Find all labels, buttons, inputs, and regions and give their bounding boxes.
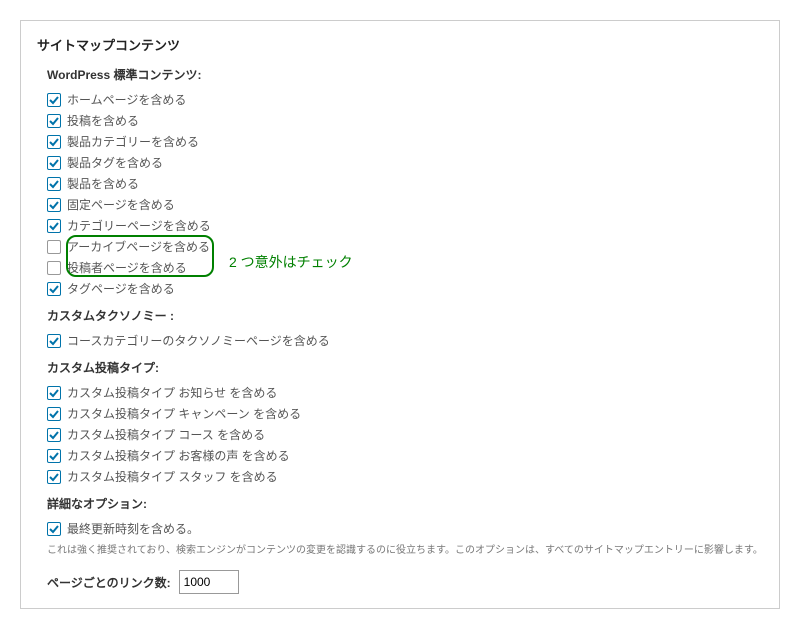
option-row: 製品タグを含める: [37, 152, 763, 173]
checkbox[interactable]: [47, 261, 61, 275]
option-row: カスタム投稿タイプ お客様の声 を含める: [37, 445, 763, 466]
option-label: 固定ページを含める: [67, 196, 175, 213]
option-label: タグページを含める: [67, 280, 175, 297]
checkbox[interactable]: [47, 93, 61, 107]
option-row: 最終更新時刻を含める。: [37, 518, 763, 539]
checkbox[interactable]: [47, 114, 61, 128]
option-row: ホームページを含める: [37, 89, 763, 110]
checkbox[interactable]: [47, 428, 61, 442]
option-label: カスタム投稿タイプ お客様の声 を含める: [67, 447, 290, 464]
sitemap-contents-panel: サイトマップコンテンツ WordPress 標準コンテンツ: ホームページを含め…: [20, 20, 780, 609]
option-label: カスタム投稿タイプ お知らせ を含める: [67, 384, 277, 401]
option-row: アーカイブページを含める: [37, 236, 763, 257]
option-row: カスタム投稿タイプ スタッフ を含める: [37, 466, 763, 487]
option-row: カテゴリーページを含める: [37, 215, 763, 236]
links-per-page-row: ページごとのリンク数:: [37, 570, 763, 594]
option-row: カスタム投稿タイプ コース を含める: [37, 424, 763, 445]
links-per-page-input[interactable]: [179, 570, 239, 594]
option-row: 固定ページを含める: [37, 194, 763, 215]
section-title-custom-post: カスタム投稿タイプ:: [37, 359, 763, 376]
checkbox[interactable]: [47, 470, 61, 484]
checkbox[interactable]: [47, 386, 61, 400]
checkbox[interactable]: [47, 334, 61, 348]
option-row: カスタム投稿タイプ キャンペーン を含める: [37, 403, 763, 424]
option-row: 製品カテゴリーを含める: [37, 131, 763, 152]
option-label: カテゴリーページを含める: [67, 217, 211, 234]
links-per-page-label: ページごとのリンク数:: [47, 574, 171, 591]
checkbox[interactable]: [47, 522, 61, 536]
option-label: カスタム投稿タイプ スタッフ を含める: [67, 468, 278, 485]
option-label: 製品タグを含める: [67, 154, 163, 171]
option-row: コースカテゴリーのタクソノミーページを含める: [37, 330, 763, 351]
option-label: コースカテゴリーのタクソノミーページを含める: [67, 332, 330, 349]
option-row: タグページを含める: [37, 278, 763, 299]
checkbox[interactable]: [47, 135, 61, 149]
checkbox[interactable]: [47, 282, 61, 296]
option-label: カスタム投稿タイプ キャンペーン を含める: [67, 405, 301, 422]
option-label: 製品カテゴリーを含める: [67, 133, 199, 150]
checkbox[interactable]: [47, 198, 61, 212]
option-row: 製品を含める: [37, 173, 763, 194]
option-row: 投稿者ページを含める: [37, 257, 763, 278]
option-label: アーカイブページを含める: [67, 238, 210, 255]
option-label: 投稿者ページを含める: [67, 259, 187, 276]
checkbox[interactable]: [47, 240, 61, 254]
option-row: 投稿を含める: [37, 110, 763, 131]
checkbox[interactable]: [47, 156, 61, 170]
option-label: カスタム投稿タイプ コース を含める: [67, 426, 265, 443]
option-label: 製品を含める: [67, 175, 139, 192]
checkbox[interactable]: [47, 449, 61, 463]
panel-title: サイトマップコンテンツ: [37, 35, 763, 54]
option-label: ホームページを含める: [67, 91, 186, 108]
option-label: 最終更新時刻を含める。: [67, 520, 199, 537]
option-label: 投稿を含める: [67, 112, 139, 129]
section-title-custom-tax: カスタムタクソノミー :: [37, 307, 763, 324]
checkbox[interactable]: [47, 407, 61, 421]
checkbox[interactable]: [47, 177, 61, 191]
section-title-wp-standard: WordPress 標準コンテンツ:: [37, 66, 763, 83]
section-title-advanced: 詳細なオプション:: [37, 495, 763, 512]
option-row: カスタム投稿タイプ お知らせ を含める: [37, 382, 763, 403]
advanced-note: これは強く推奨されており、検索エンジンがコンテンツの変更を認識するのに役立ちます…: [37, 541, 763, 556]
checkbox[interactable]: [47, 219, 61, 233]
